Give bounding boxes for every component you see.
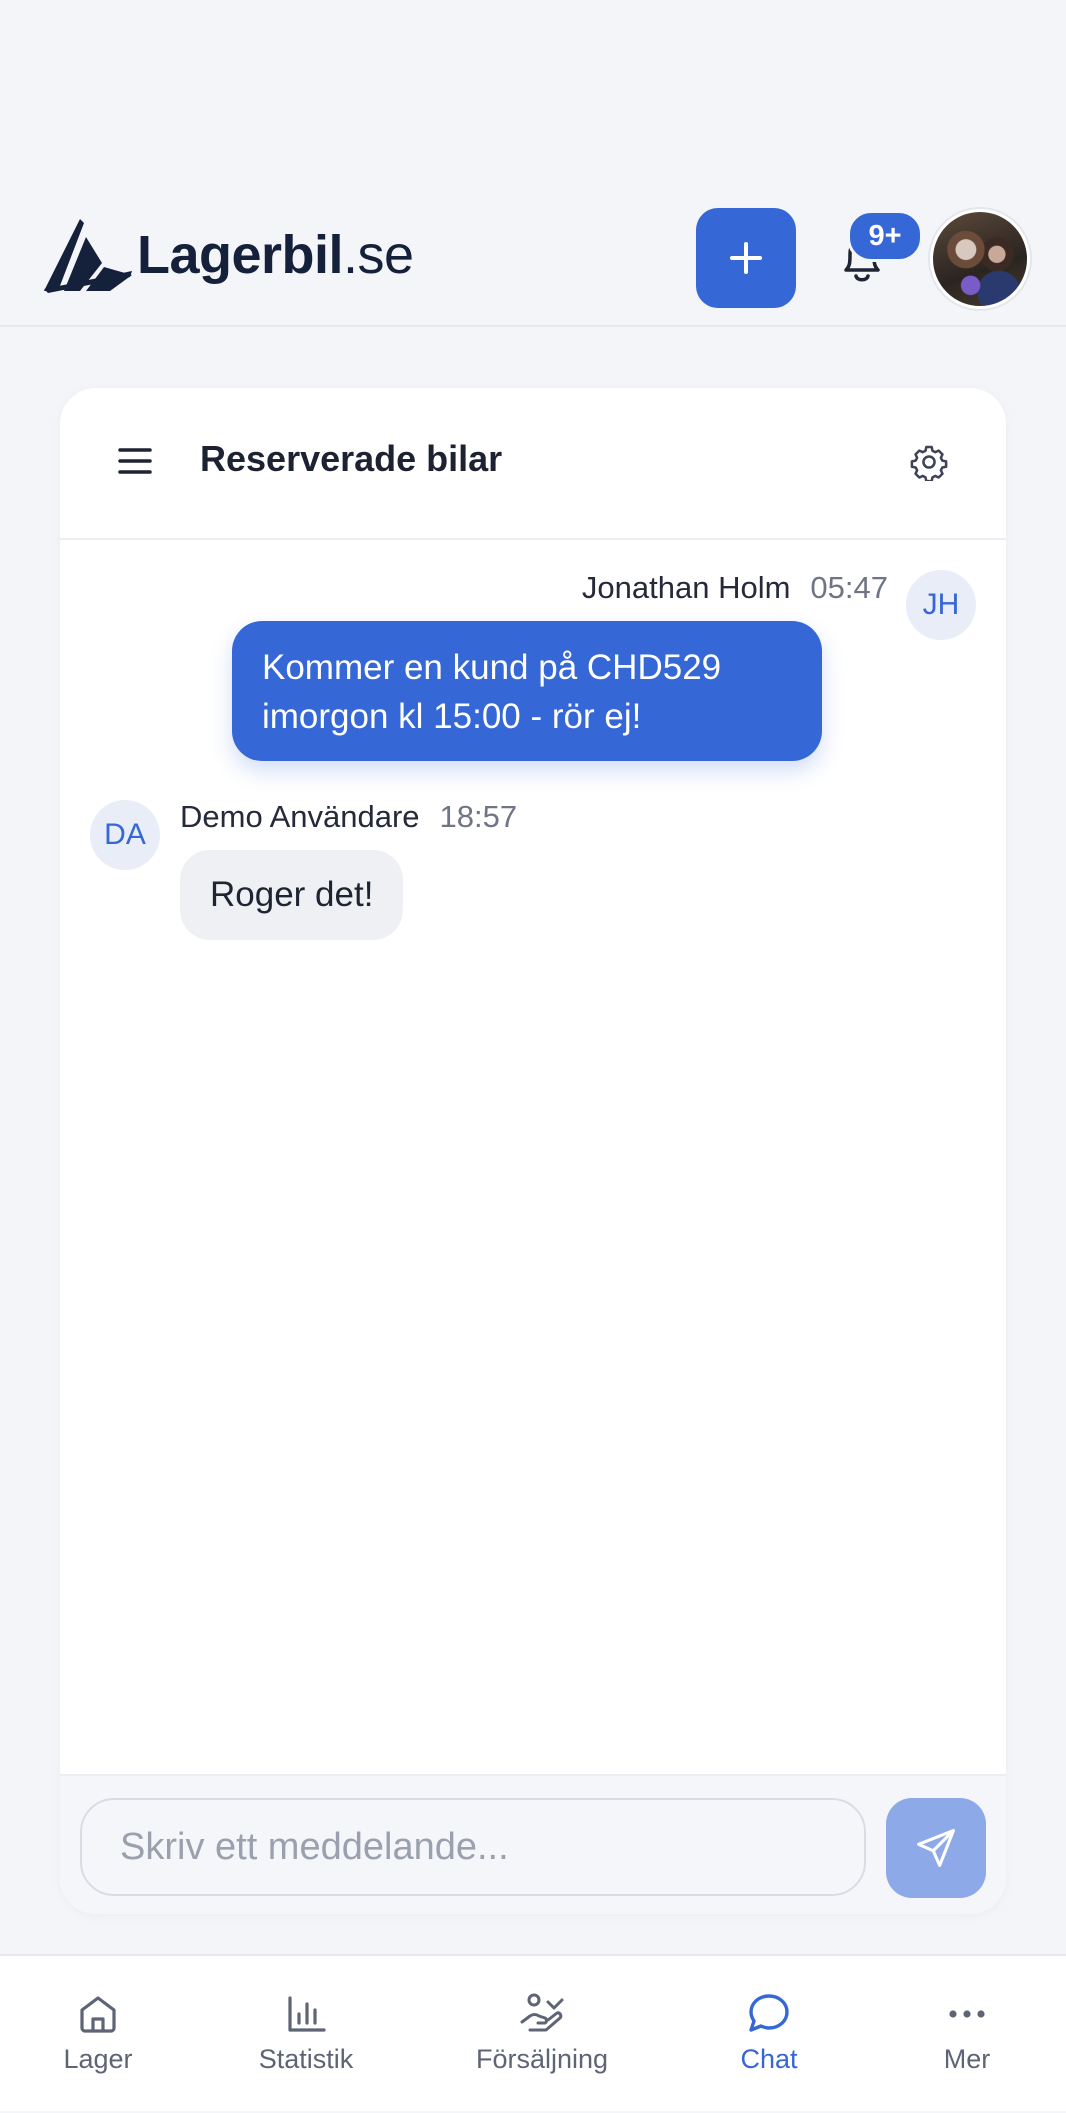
more-dots-icon [949, 2010, 985, 2018]
bottom-navigation: Lager Statistik Försäljning Chat Mer [0, 1954, 1066, 2111]
message-bubble-incoming[interactable]: Roger det! [180, 850, 404, 940]
user-avatar[interactable] [930, 209, 1030, 309]
brand-name: Lagerbil.se [137, 225, 414, 285]
chat-header: Reserverade bilar [60, 388, 1006, 540]
app-header: Lagerbil.se 9+ [0, 0, 1066, 327]
hamburger-menu-icon[interactable] [118, 446, 152, 476]
message-input[interactable] [80, 1798, 866, 1896]
sail-logo-icon [44, 219, 132, 293]
message-time: 05:47 [810, 570, 888, 605]
nav-label: Statistik [258, 2044, 354, 2074]
message-bubble-outgoing[interactable]: Kommer en kund på CHD529 imorgon kl 15:0… [232, 621, 822, 761]
message-meta: Demo Användare 18:57 [180, 799, 517, 835]
sender-name: Demo Användare [180, 799, 420, 834]
nav-label: Lager [63, 2044, 133, 2074]
notification-badge: 9+ [847, 210, 923, 262]
nav-item-mer[interactable]: Mer [907, 1956, 1027, 2113]
nav-label: Försäljning [475, 2044, 609, 2074]
room-title: Reserverade bilar [200, 438, 503, 479]
nav-label: Mer [943, 2044, 991, 2074]
hand-coin-icon [520, 1993, 564, 2032]
nav-label: Chat [740, 2044, 798, 2074]
nav-item-lager[interactable]: Lager [38, 1956, 158, 2113]
plus-icon [730, 242, 762, 274]
chat-bubble-icon [749, 1994, 789, 2032]
sender-avatar: DA [90, 800, 160, 870]
nav-item-statistik[interactable]: Statistik [246, 1956, 366, 2113]
message-time: 18:57 [439, 799, 518, 834]
send-button[interactable] [886, 1798, 986, 1898]
nav-item-forsaljning[interactable]: Försäljning [462, 1956, 622, 2113]
send-icon [917, 1829, 955, 1867]
home-icon [80, 1996, 116, 2033]
sender-avatar: JH [906, 570, 976, 640]
nav-item-chat[interactable]: Chat [709, 1956, 829, 2113]
brand-logo[interactable]: Lagerbil.se [40, 215, 414, 295]
add-button[interactable] [696, 208, 796, 308]
gear-icon[interactable] [910, 443, 948, 481]
bar-chart-icon [288, 1996, 326, 2032]
message-meta: Jonathan Holm 05:47 [582, 570, 888, 606]
chat-panel: Reserverade bilar Jonathan Holm 05:47 JH … [60, 388, 1006, 1914]
message-composer [60, 1774, 1006, 1914]
sender-name: Jonathan Holm [581, 570, 791, 605]
